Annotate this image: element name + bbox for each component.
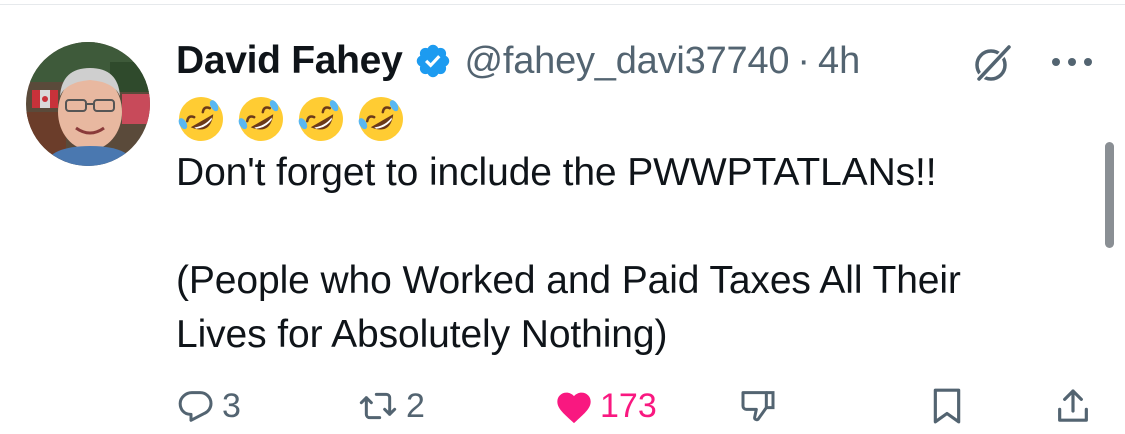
tweet-text: Don't forget to include the PWWPTATLANs!… [176,146,1076,362]
like-count: 173 [600,386,657,425]
repost-count: 2 [406,386,425,425]
avatar-image [26,42,150,166]
reply-button[interactable]: 3 [176,382,241,430]
more-options-icon[interactable] [1046,40,1098,84]
share-button[interactable] [1054,382,1092,430]
tweet-text-line: (People who Worked and Paid Taxes All Th… [176,259,961,302]
downvote-button[interactable] [738,382,778,430]
tweet-header: David Fahey @fahey_davi37740 · 4h [176,38,860,84]
handle[interactable]: @fahey_davi37740 [464,40,789,83]
repost-icon [356,386,400,426]
avatar[interactable] [26,42,150,166]
separator-dot: · [797,39,810,82]
grok-icon[interactable] [968,38,1018,88]
bookmark-button[interactable] [928,382,966,430]
thumbs-down-icon [738,386,778,426]
bookmark-icon [928,386,966,426]
emoji-row [176,94,406,146]
reply-icon [176,386,216,426]
heart-icon [554,387,594,425]
reply-count: 3 [222,386,241,425]
tweet-text-blank-line [176,200,1076,254]
verified-badge-icon[interactable] [414,42,452,80]
like-button[interactable]: 173 [554,382,657,430]
rolling-on-floor-laughing-emoji-icon [356,94,406,144]
rolling-on-floor-laughing-emoji-icon [236,94,286,144]
repost-button[interactable]: 2 [356,382,425,430]
tweet-text-line: Don't forget to include the PWWPTATLANs!… [176,151,937,194]
timestamp[interactable]: 4h [818,40,860,83]
tweet-actions: 3 2 173 [0,382,1125,430]
tweet[interactable]: David Fahey @fahey_davi37740 · 4h Don't … [0,0,1125,434]
tweet-text-line: Lives for Absolutely Nothing) [176,313,668,356]
rolling-on-floor-laughing-emoji-icon [296,94,346,144]
rolling-on-floor-laughing-emoji-icon [176,94,226,144]
share-icon [1054,386,1092,426]
scrollbar[interactable] [1105,142,1114,248]
display-name[interactable]: David Fahey [176,39,403,83]
